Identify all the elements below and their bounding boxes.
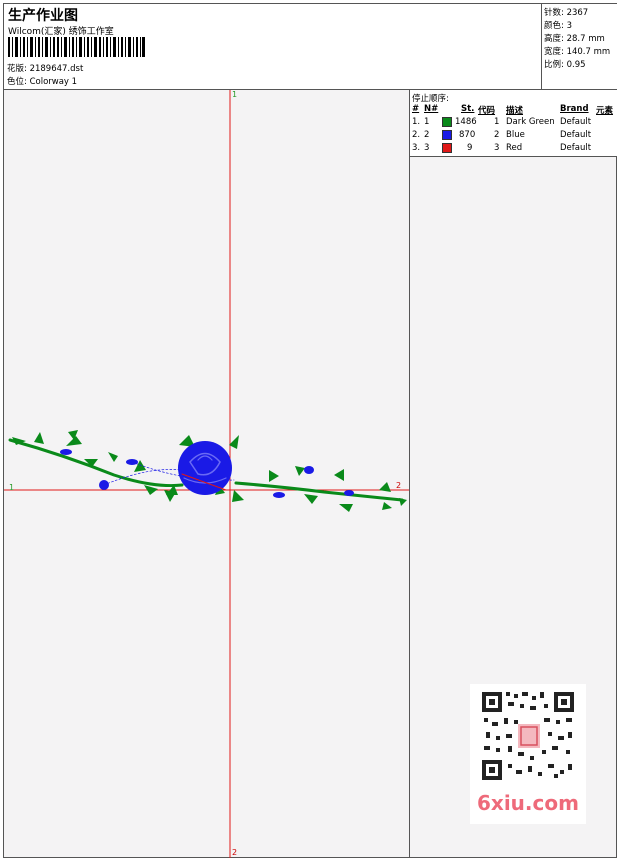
col-header-desc: 描述 [506, 106, 524, 116]
color-swatch-blue [442, 130, 452, 140]
embroidery-preview [4, 90, 409, 858]
production-sheet: 生产作业图 Wilcom(汇家) 绣饰工作室 花版: 2189647.dst 色… [3, 3, 617, 858]
stat-stitches: 针数: 2367 [544, 8, 589, 18]
axis-label-right: 2 [396, 481, 402, 490]
design-canvas: 1 1 2 2 [4, 90, 409, 858]
design-file-label: 花版: [7, 64, 27, 74]
colorway-value: Colorway 1 [29, 77, 78, 87]
col-header-no: N# [424, 104, 439, 114]
stat-scale: 比例: 0.95 [544, 60, 586, 70]
colorway-label: 色位: [7, 77, 27, 87]
embroidery-motif [8, 430, 407, 512]
watermark-logo: 6xiu.com [477, 791, 579, 815]
header: 生产作业图 Wilcom(汇家) 绣饰工作室 花版: 2189647.dst 色… [4, 4, 617, 90]
stat-width: 宽度: 140.7 mm [544, 47, 611, 57]
colorway-line: 色位: Colorway 1 [7, 75, 77, 87]
color-swatch-dark-green [442, 117, 452, 127]
barcode [8, 37, 145, 57]
table-title: 停止顺序: [412, 94, 449, 104]
page-title: 生产作业图 [8, 8, 78, 24]
stop-sequence-table: 停止顺序: # N# St. 代码 描述 Brand 元素 1. 1 1486 … [410, 90, 617, 157]
stat-colors: 颜色: 3 [544, 21, 572, 31]
col-header-st: St. [461, 104, 475, 114]
col-header-brand: Brand [560, 104, 589, 114]
company-name: Wilcom(汇家) 绣饰工作室 [8, 27, 114, 37]
design-file-value: 2189647.dst [29, 64, 84, 74]
axis-label-top: 1 [232, 90, 238, 99]
color-swatch-red [442, 143, 452, 153]
col-header-element: 元素 [596, 106, 614, 116]
axis-label-bottom: 2 [232, 848, 238, 857]
axis-label-left: 1 [9, 483, 15, 492]
stat-height: 高度: 28.7 mm [544, 34, 605, 44]
stats-box: 针数: 2367 颜色: 3 高度: 28.7 mm 宽度: 140.7 mm … [541, 4, 617, 89]
col-header-num: # [412, 104, 420, 114]
col-header-code: 代码 [478, 106, 496, 116]
design-file-line: 花版: 2189647.dst [7, 62, 83, 74]
